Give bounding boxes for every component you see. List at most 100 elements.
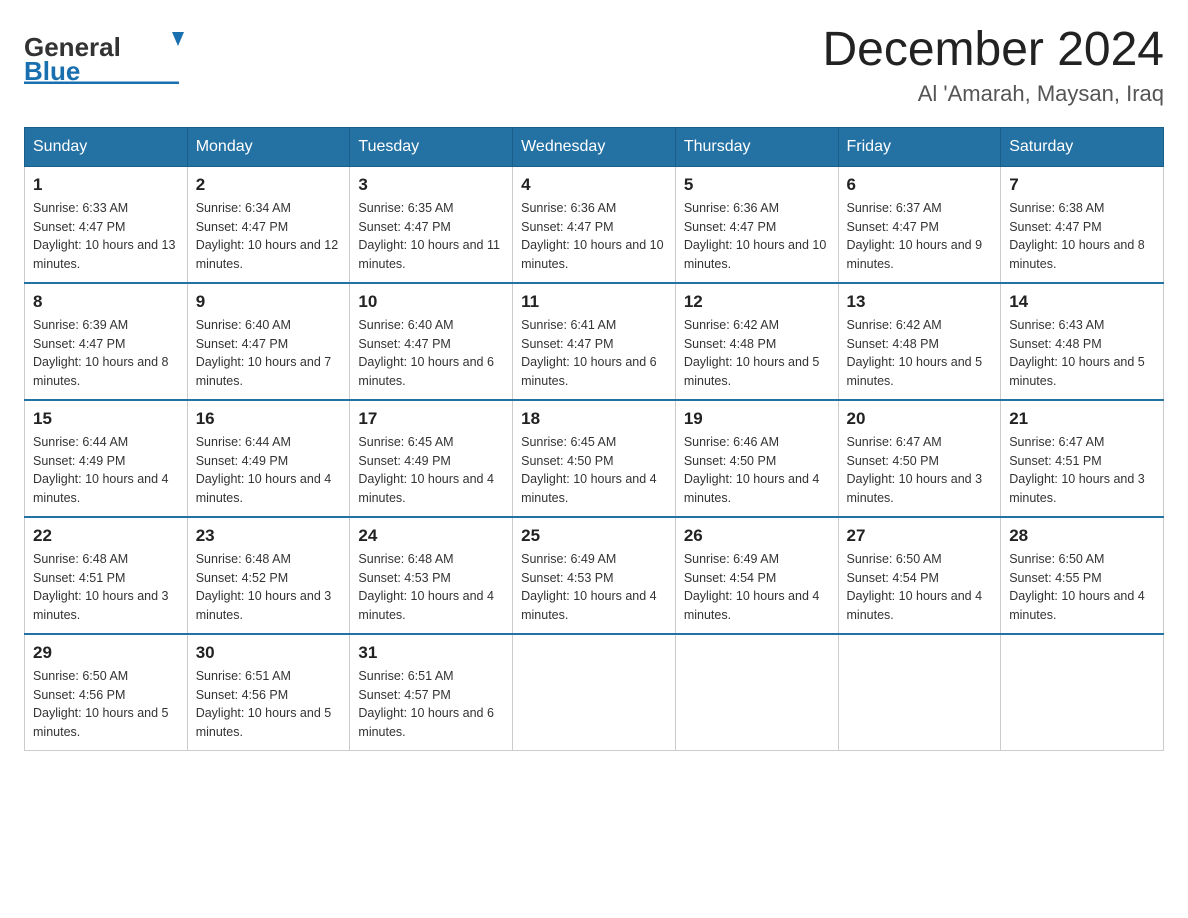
calendar-cell: 14 Sunrise: 6:43 AMSunset: 4:48 PMDayligh… — [1001, 283, 1164, 400]
calendar-cell: 2Sunrise: 6:34 AMSunset: 4:47 PMDaylight… — [187, 166, 350, 283]
svg-text:Blue: Blue — [24, 56, 80, 84]
calendar-cell: 25Sunrise: 6:49 AMSunset: 4:53 PMDayligh… — [513, 517, 676, 634]
calendar-cell: 1 Sunrise: 6:33 AMSunset: 4:47 PMDaylight… — [25, 166, 188, 283]
calendar-cell: 6 Sunrise: 6:37 AMSunset: 4:47 PMDaylight… — [838, 166, 1001, 283]
day-info: Sunrise: 6:47 AMSunset: 4:51 PMDaylight:… — [1009, 433, 1155, 508]
calendar-cell: 15 Sunrise: 6:44 AMSunset: 4:49 PMDayligh… — [25, 400, 188, 517]
day-number: 13 — [847, 292, 993, 312]
week-row-5: 29 Sunrise: 6:50 AMSunset: 4:56 PMDayligh… — [25, 634, 1164, 751]
calendar-cell: 31 Sunrise: 6:51 AMSunset: 4:57 PMDayligh… — [350, 634, 513, 751]
day-info: Sunrise: 6:51 AMSunset: 4:56 PMDaylight:… — [196, 667, 342, 742]
day-number: 25 — [521, 526, 667, 546]
day-number: 12 — [684, 292, 830, 312]
day-info: Sunrise: 6:44 AMSunset: 4:49 PMDaylight:… — [33, 433, 179, 508]
calendar-cell: 27 Sunrise: 6:50 AMSunset: 4:54 PMDayligh… — [838, 517, 1001, 634]
month-title: December 2024 — [822, 24, 1164, 77]
calendar-cell: 26 Sunrise: 6:49 AMSunset: 4:54 PMDayligh… — [675, 517, 838, 634]
weekday-header-wednesday: Wednesday — [513, 127, 676, 166]
day-info: Sunrise: 6:43 AMSunset: 4:48 PMDaylight:… — [1009, 316, 1155, 391]
calendar-cell — [1001, 634, 1164, 751]
calendar-cell: 18 Sunrise: 6:45 AMSunset: 4:50 PMDayligh… — [513, 400, 676, 517]
calendar-cell: 22Sunrise: 6:48 AMSunset: 4:51 PMDayligh… — [25, 517, 188, 634]
day-info: Sunrise: 6:36 AMSunset: 4:47 PMDaylight:… — [684, 199, 830, 274]
page-header: General Blue December 2024 Al 'Amarah, M… — [24, 24, 1164, 107]
day-number: 27 — [847, 526, 993, 546]
calendar-cell: 17 Sunrise: 6:45 AMSunset: 4:49 PMDayligh… — [350, 400, 513, 517]
day-number: 18 — [521, 409, 667, 429]
day-number: 26 — [684, 526, 830, 546]
calendar-cell: 10 Sunrise: 6:40 AMSunset: 4:47 PMDayligh… — [350, 283, 513, 400]
calendar-cell: 23 Sunrise: 6:48 AMSunset: 4:52 PMDayligh… — [187, 517, 350, 634]
day-info: Sunrise: 6:35 AMSunset: 4:47 PMDaylight:… — [358, 199, 504, 274]
day-info: Sunrise: 6:34 AMSunset: 4:47 PMDaylight:… — [196, 199, 342, 274]
day-number: 20 — [847, 409, 993, 429]
calendar-cell: 5 Sunrise: 6:36 AMSunset: 4:47 PMDaylight… — [675, 166, 838, 283]
week-row-3: 15 Sunrise: 6:44 AMSunset: 4:49 PMDayligh… — [25, 400, 1164, 517]
day-number: 1 — [33, 175, 179, 195]
calendar-cell: 28 Sunrise: 6:50 AMSunset: 4:55 PMDayligh… — [1001, 517, 1164, 634]
day-number: 31 — [358, 643, 504, 663]
calendar-cell: 11Sunrise: 6:41 AMSunset: 4:47 PMDayligh… — [513, 283, 676, 400]
day-number: 8 — [33, 292, 179, 312]
location-title: Al 'Amarah, Maysan, Iraq — [822, 81, 1164, 107]
day-number: 24 — [358, 526, 504, 546]
calendar-cell: 3 Sunrise: 6:35 AMSunset: 4:47 PMDaylight… — [350, 166, 513, 283]
calendar-cell: 16Sunrise: 6:44 AMSunset: 4:49 PMDayligh… — [187, 400, 350, 517]
calendar-cell: 24 Sunrise: 6:48 AMSunset: 4:53 PMDayligh… — [350, 517, 513, 634]
day-info: Sunrise: 6:45 AMSunset: 4:49 PMDaylight:… — [358, 433, 504, 508]
day-number: 7 — [1009, 175, 1155, 195]
calendar-cell: 20 Sunrise: 6:47 AMSunset: 4:50 PMDayligh… — [838, 400, 1001, 517]
calendar-cell: 9 Sunrise: 6:40 AMSunset: 4:47 PMDaylight… — [187, 283, 350, 400]
day-info: Sunrise: 6:37 AMSunset: 4:47 PMDaylight:… — [847, 199, 993, 274]
weekday-header-thursday: Thursday — [675, 127, 838, 166]
day-info: Sunrise: 6:42 AMSunset: 4:48 PMDaylight:… — [684, 316, 830, 391]
day-info: Sunrise: 6:45 AMSunset: 4:50 PMDaylight:… — [521, 433, 667, 508]
calendar-cell: 8Sunrise: 6:39 AMSunset: 4:47 PMDaylight… — [25, 283, 188, 400]
calendar-cell: 21Sunrise: 6:47 AMSunset: 4:51 PMDayligh… — [1001, 400, 1164, 517]
logo-svg: General Blue — [24, 24, 184, 84]
day-info: Sunrise: 6:50 AMSunset: 4:54 PMDaylight:… — [847, 550, 993, 625]
weekday-header-monday: Monday — [187, 127, 350, 166]
calendar-cell: 7Sunrise: 6:38 AMSunset: 4:47 PMDaylight… — [1001, 166, 1164, 283]
title-section: December 2024 Al 'Amarah, Maysan, Iraq — [822, 24, 1164, 107]
day-number: 11 — [521, 292, 667, 312]
day-number: 5 — [684, 175, 830, 195]
day-info: Sunrise: 6:46 AMSunset: 4:50 PMDaylight:… — [684, 433, 830, 508]
day-info: Sunrise: 6:42 AMSunset: 4:48 PMDaylight:… — [847, 316, 993, 391]
day-info: Sunrise: 6:40 AMSunset: 4:47 PMDaylight:… — [196, 316, 342, 391]
day-number: 3 — [358, 175, 504, 195]
weekday-header-sunday: Sunday — [25, 127, 188, 166]
day-number: 30 — [196, 643, 342, 663]
day-number: 4 — [521, 175, 667, 195]
calendar-table: SundayMondayTuesdayWednesdayThursdayFrid… — [24, 127, 1164, 751]
day-info: Sunrise: 6:40 AMSunset: 4:47 PMDaylight:… — [358, 316, 504, 391]
day-info: Sunrise: 6:50 AMSunset: 4:56 PMDaylight:… — [33, 667, 179, 742]
day-info: Sunrise: 6:48 AMSunset: 4:53 PMDaylight:… — [358, 550, 504, 625]
week-row-2: 8Sunrise: 6:39 AMSunset: 4:47 PMDaylight… — [25, 283, 1164, 400]
day-info: Sunrise: 6:48 AMSunset: 4:52 PMDaylight:… — [196, 550, 342, 625]
calendar-cell: 4Sunrise: 6:36 AMSunset: 4:47 PMDaylight… — [513, 166, 676, 283]
day-number: 23 — [196, 526, 342, 546]
day-info: Sunrise: 6:49 AMSunset: 4:54 PMDaylight:… — [684, 550, 830, 625]
week-row-1: 1 Sunrise: 6:33 AMSunset: 4:47 PMDaylight… — [25, 166, 1164, 283]
calendar-cell: 30 Sunrise: 6:51 AMSunset: 4:56 PMDayligh… — [187, 634, 350, 751]
calendar-cell: 29 Sunrise: 6:50 AMSunset: 4:56 PMDayligh… — [25, 634, 188, 751]
day-number: 19 — [684, 409, 830, 429]
day-number: 9 — [196, 292, 342, 312]
weekday-header-friday: Friday — [838, 127, 1001, 166]
day-number: 17 — [358, 409, 504, 429]
day-number: 6 — [847, 175, 993, 195]
day-number: 29 — [33, 643, 179, 663]
day-number: 16 — [196, 409, 342, 429]
day-info: Sunrise: 6:51 AMSunset: 4:57 PMDaylight:… — [358, 667, 504, 742]
calendar-cell: 19 Sunrise: 6:46 AMSunset: 4:50 PMDayligh… — [675, 400, 838, 517]
day-number: 22 — [33, 526, 179, 546]
day-number: 28 — [1009, 526, 1155, 546]
day-info: Sunrise: 6:47 AMSunset: 4:50 PMDaylight:… — [847, 433, 993, 508]
day-number: 14 — [1009, 292, 1155, 312]
day-info: Sunrise: 6:33 AMSunset: 4:47 PMDaylight:… — [33, 199, 179, 274]
weekday-header-row: SundayMondayTuesdayWednesdayThursdayFrid… — [25, 127, 1164, 166]
day-number: 10 — [358, 292, 504, 312]
day-info: Sunrise: 6:50 AMSunset: 4:55 PMDaylight:… — [1009, 550, 1155, 625]
day-number: 15 — [33, 409, 179, 429]
